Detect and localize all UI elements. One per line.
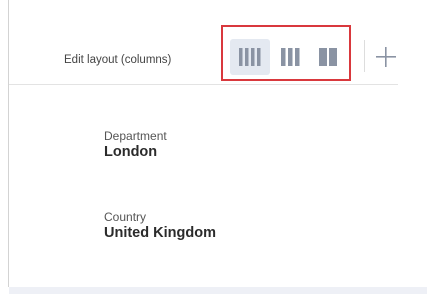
three-columns-icon <box>281 48 300 66</box>
edit-layout-label: Edit layout (columns) <box>64 54 172 66</box>
country-label: Country <box>104 210 147 224</box>
add-section-button[interactable] <box>373 44 399 70</box>
country-value: United Kingdom <box>104 225 216 241</box>
four-column-layout-button[interactable] <box>230 39 270 75</box>
two-columns-icon <box>319 48 337 66</box>
toolbar-divider <box>364 40 365 72</box>
two-column-layout-button[interactable] <box>308 39 348 75</box>
four-columns-icon <box>239 48 261 66</box>
panel-left-border <box>8 0 9 287</box>
plus-icon <box>376 47 396 67</box>
department-value: London <box>104 144 158 160</box>
three-column-layout-button[interactable] <box>270 39 310 75</box>
record-layout-panel: Edit layout (columns) Department London … <box>0 0 427 294</box>
country-field: Country United Kingdom <box>104 210 216 242</box>
department-field: Department London <box>104 129 167 161</box>
header-divider <box>9 84 398 85</box>
panel-bottom-strip <box>9 287 427 294</box>
department-label: Department <box>104 129 167 143</box>
